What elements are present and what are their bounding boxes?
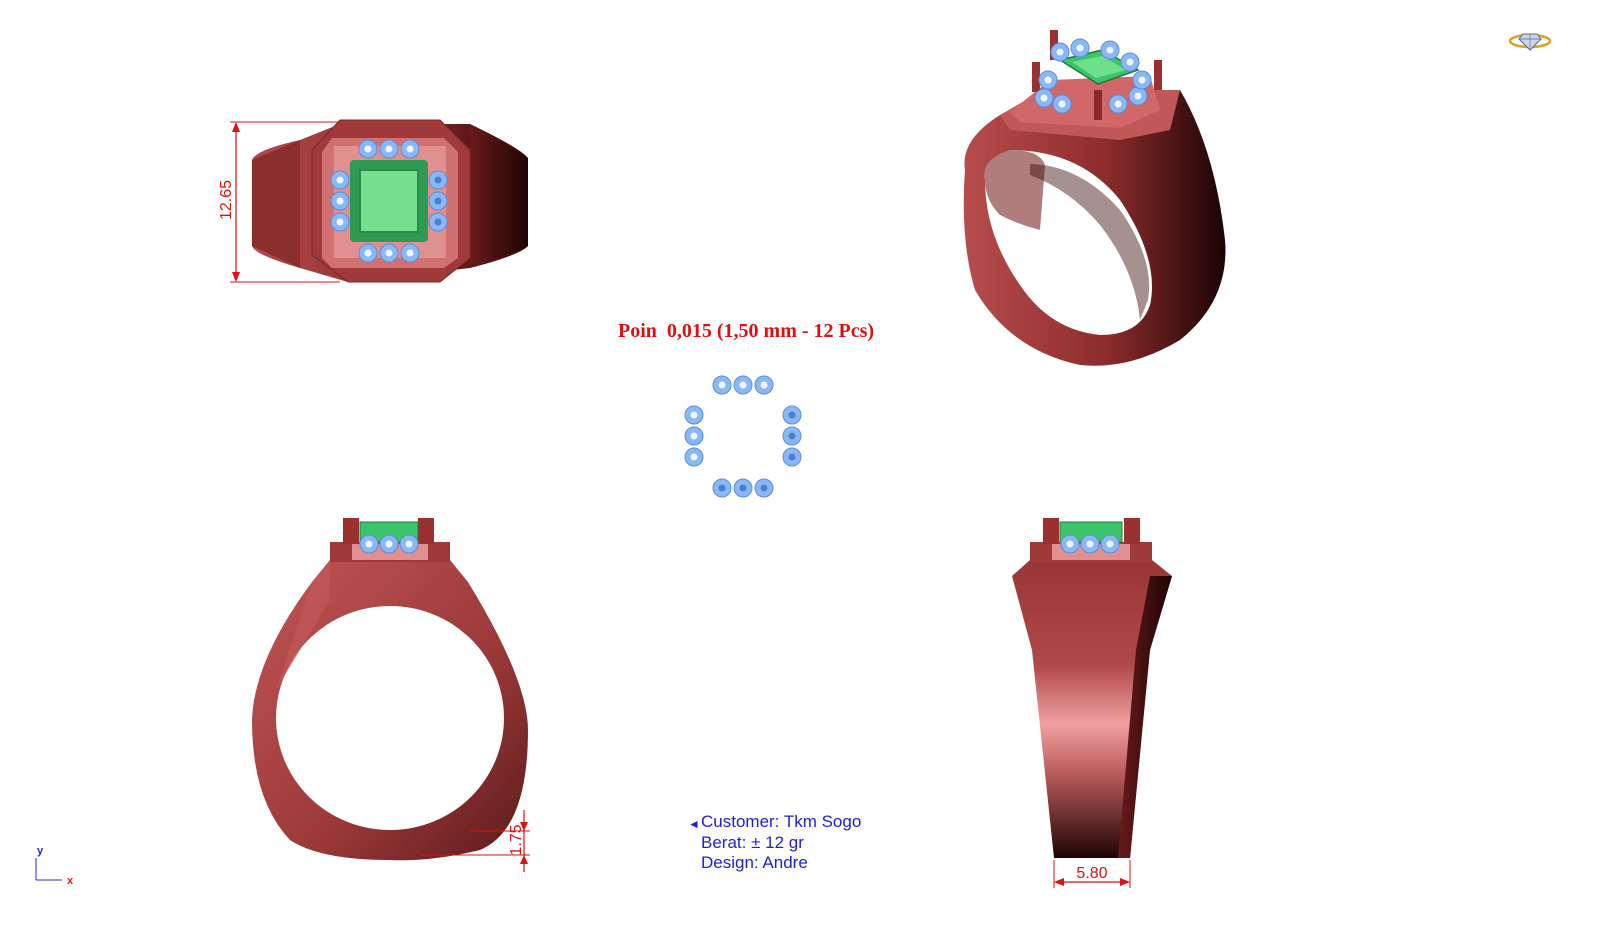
diamond-ring-logo-icon [1508,33,1552,51]
x-axis-label: x [67,875,74,887]
drawing-canvas: 12.65 1.75 5.80 y x [35,30,1226,888]
front-view-ring [252,518,528,861]
height-dimension-label: 12.65 [218,180,235,220]
loose-stones-layout [684,375,802,498]
designer-text: Design: Andre [701,853,808,872]
weight-text: Berat: ± 12 gr [701,832,804,852]
stone-spec-title: Poin 0,015 (1,50 mm - 12 Pcs) [618,320,875,342]
thickness-dimension-label: 1.75 [508,824,525,855]
customer-text: Customer: Tkm Sogo [701,812,862,831]
width-dimension-label: 5.80 [1076,865,1107,882]
info-block: ◄ Customer: Tkm Sogo Berat: ± 12 gr Desi… [688,812,861,874]
axis-indicator [35,858,62,881]
side-view-ring [1012,518,1172,858]
pointer-arrow-icon: ◄ [688,817,700,831]
y-axis-label: y [37,845,44,857]
